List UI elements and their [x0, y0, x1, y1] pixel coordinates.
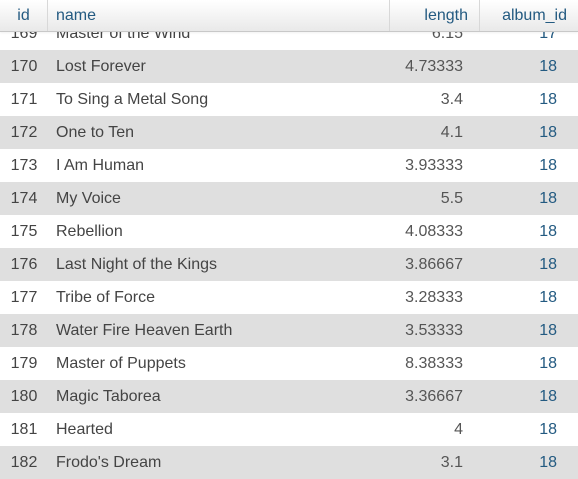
cell-length: 5.5 — [440, 190, 463, 207]
cell-id: 182 — [10, 454, 38, 471]
cell-length: 3.28333 — [405, 289, 463, 306]
cell-album-id-link[interactable]: 18 — [480, 413, 578, 446]
cell-album-id-link[interactable]: 18 — [480, 50, 578, 83]
cell-length: 3.36667 — [405, 388, 463, 405]
cell-name: Hearted — [56, 421, 113, 438]
column-header-album-id[interactable]: album_id — [480, 0, 578, 31]
cell-id: 174 — [10, 190, 38, 207]
cell-name: Tribe of Force — [56, 289, 155, 306]
cell-id: 177 — [10, 289, 38, 306]
cell-album-id-link[interactable]: 18 — [480, 380, 578, 413]
cell-id: 170 — [10, 58, 38, 75]
cell-album-id-link[interactable]: 18 — [480, 182, 578, 215]
table-row[interactable]: 181 Hearted 4 18 — [0, 413, 578, 446]
cell-id: 179 — [10, 355, 38, 372]
table-row[interactable]: 179 Master of Puppets 8.38333 18 — [0, 347, 578, 380]
column-header-id[interactable]: id — [0, 0, 48, 31]
cell-id: 180 — [10, 388, 38, 405]
cell-length: 4.08333 — [405, 223, 463, 240]
cell-length: 3.86667 — [405, 256, 463, 273]
table-row[interactable]: 177 Tribe of Force 3.28333 18 — [0, 281, 578, 314]
cell-album-id-link[interactable]: 18 — [480, 215, 578, 248]
table-row[interactable]: 172 One to Ten 4.1 18 — [0, 116, 578, 149]
column-header-name[interactable]: name — [48, 0, 390, 31]
column-header-length[interactable]: length — [390, 0, 480, 31]
cell-length: 4 — [454, 421, 463, 438]
cell-id: 181 — [10, 421, 38, 438]
cell-name: One to Ten — [56, 124, 134, 141]
table-body: 169 Master of the Wind 6.15 17 170 Lost Forev… — [0, 17, 578, 479]
cell-album-id-link[interactable]: 18 — [480, 116, 578, 149]
cell-name: To Sing a Metal Song — [56, 91, 209, 108]
cell-name: Lost Forever — [56, 58, 146, 75]
cell-album-id-link[interactable]: 18 — [480, 281, 578, 314]
cell-name: Master of Puppets — [56, 355, 186, 372]
cell-name: Frodo's Dream — [56, 454, 162, 471]
cell-name: Magic Taborea — [56, 388, 161, 405]
table-row[interactable]: 170 Lost Forever 4.73333 18 — [0, 50, 578, 83]
table-row[interactable]: 175 Rebellion 4.08333 18 — [0, 215, 578, 248]
cell-id: 176 — [10, 256, 38, 273]
cell-length: 3.4 — [440, 91, 463, 108]
cell-id: 175 — [10, 223, 38, 240]
cell-name: Last Night of the Kings — [56, 256, 217, 273]
table-row[interactable]: 178 Water Fire Heaven Earth 3.53333 18 — [0, 314, 578, 347]
table-row[interactable]: 174 My Voice 5.5 18 — [0, 182, 578, 215]
table-row[interactable]: 182 Frodo's Dream 3.1 18 — [0, 446, 578, 479]
cell-album-id-link[interactable]: 18 — [480, 446, 578, 479]
cell-length: 4.1 — [440, 124, 463, 141]
table-row[interactable]: 180 Magic Taborea 3.36667 18 — [0, 380, 578, 413]
table-row[interactable]: 171 To Sing a Metal Song 3.4 18 — [0, 83, 578, 116]
cell-length: 3.53333 — [405, 322, 463, 339]
cell-name: Water Fire Heaven Earth — [56, 322, 233, 339]
cell-album-id-link[interactable]: 18 — [480, 149, 578, 182]
cell-name: I Am Human — [56, 157, 145, 174]
cell-name: My Voice — [56, 190, 121, 207]
cell-length: 8.38333 — [405, 355, 463, 372]
cell-album-id-link[interactable]: 18 — [480, 347, 578, 380]
cell-length: 3.93333 — [405, 157, 463, 174]
cell-id: 171 — [10, 91, 38, 108]
cell-name: Rebellion — [56, 223, 123, 240]
cell-album-id-link[interactable]: 18 — [480, 248, 578, 281]
cell-album-id-link[interactable]: 18 — [480, 314, 578, 347]
table-row[interactable]: 176 Last Night of the Kings 3.86667 18 — [0, 248, 578, 281]
cell-id: 172 — [10, 124, 38, 141]
cell-length: 3.1 — [440, 454, 463, 471]
cell-id: 178 — [10, 322, 38, 339]
cell-album-id-link[interactable]: 18 — [480, 83, 578, 116]
table-header: id name length album_id — [0, 0, 578, 32]
cell-id: 173 — [10, 157, 38, 174]
results-table: id name length album_id 169 Master of the… — [0, 0, 578, 479]
cell-length: 4.73333 — [405, 58, 463, 75]
table-row[interactable]: 173 I Am Human 3.93333 18 — [0, 149, 578, 182]
